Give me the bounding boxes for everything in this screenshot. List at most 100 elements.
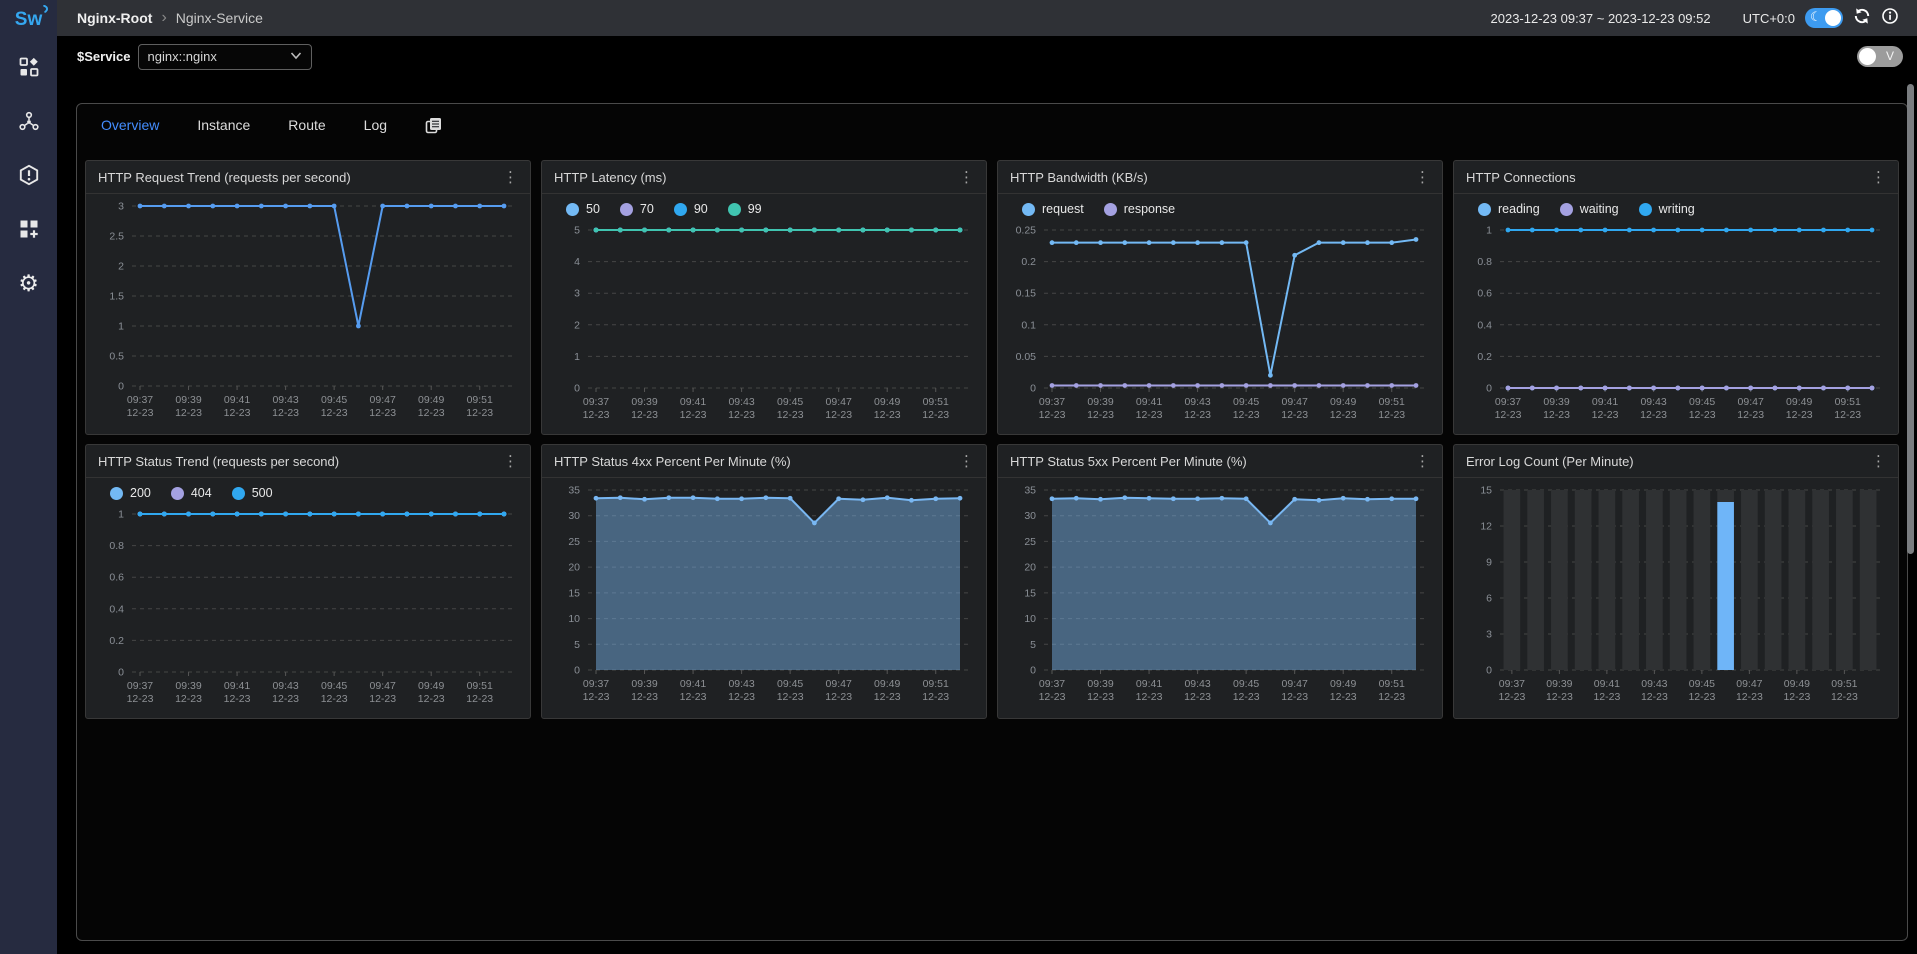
legend-item-waiting[interactable]: waiting (1560, 202, 1619, 216)
svg-text:12-23: 12-23 (1543, 409, 1570, 421)
panel-title: HTTP Status 4xx Percent Per Minute (%) (554, 454, 791, 469)
service-select[interactable]: nginx::nginx (138, 44, 312, 70)
legend-item-70[interactable]: 70 (620, 202, 654, 216)
svg-text:12-23: 12-23 (631, 409, 658, 421)
legend-item-90[interactable]: 90 (674, 202, 708, 216)
svg-text:12-23: 12-23 (1184, 691, 1211, 703)
kebab-menu-icon[interactable]: ⋮ (959, 454, 974, 469)
svg-text:12-23: 12-23 (874, 691, 901, 703)
kebab-menu-icon[interactable]: ⋮ (1871, 170, 1886, 185)
info-button[interactable] (1881, 7, 1899, 30)
chart-canvas: 01234509:3712-2309:3912-2309:4112-2309:4… (542, 222, 986, 434)
legend-item-404[interactable]: 404 (171, 486, 212, 500)
kebab-menu-icon[interactable]: ⋮ (1871, 454, 1886, 469)
tab-route[interactable]: Route (288, 117, 325, 133)
sidebar-item-alerting[interactable] (0, 148, 57, 202)
topology-icon (18, 110, 40, 132)
legend-dot (1022, 203, 1035, 216)
svg-text:12-23: 12-23 (418, 693, 445, 705)
kebab-menu-icon[interactable]: ⋮ (1415, 170, 1430, 185)
svg-text:12-23: 12-23 (583, 691, 610, 703)
tab-bar: Overview Instance Route Log (77, 104, 1907, 146)
chart-panel: HTTP Bandwidth (KB/s)⋮requestresponse00.… (997, 160, 1443, 435)
svg-text:09:37: 09:37 (583, 678, 609, 690)
svg-text:0: 0 (118, 381, 124, 393)
svg-text:12-23: 12-23 (1737, 409, 1764, 421)
svg-text:12-23: 12-23 (466, 693, 493, 705)
svg-text:12-23: 12-23 (1330, 409, 1357, 421)
svg-text:0.1: 0.1 (1021, 319, 1036, 331)
breadcrumb-current: Nginx-Service (176, 10, 263, 26)
sidebar-item-dashboards[interactable] (0, 40, 57, 94)
svg-text:0.2: 0.2 (109, 635, 124, 647)
variable-bar: $Service nginx::nginx V (57, 36, 1917, 77)
svg-text:10: 10 (1024, 613, 1036, 625)
legend-label: waiting (1580, 202, 1619, 216)
edit-mode-toggle-label: V (1886, 49, 1894, 63)
legend-item-99[interactable]: 99 (728, 202, 762, 216)
legend-item-response[interactable]: response (1104, 202, 1175, 216)
svg-text:12-23: 12-23 (1498, 691, 1525, 703)
kebab-menu-icon[interactable]: ⋮ (1415, 454, 1430, 469)
legend-item-reading[interactable]: reading (1478, 202, 1540, 216)
legend-item-request[interactable]: request (1022, 202, 1084, 216)
svg-text:12-23: 12-23 (1087, 409, 1114, 421)
kebab-menu-icon[interactable]: ⋮ (959, 170, 974, 185)
tab-log[interactable]: Log (364, 117, 387, 133)
chevron-down-icon (290, 49, 302, 64)
svg-text:0.8: 0.8 (1477, 256, 1492, 268)
svg-text:09:39: 09:39 (1087, 678, 1113, 690)
legend-label: 404 (191, 486, 212, 500)
svg-text:0.2: 0.2 (1477, 351, 1492, 363)
scrollbar-thumb[interactable] (1907, 84, 1914, 554)
svg-text:09:37: 09:37 (127, 394, 153, 406)
svg-text:12-23: 12-23 (680, 409, 707, 421)
svg-text:12-23: 12-23 (272, 407, 299, 419)
breadcrumb-root[interactable]: Nginx-Root (77, 10, 152, 26)
svg-text:3: 3 (574, 288, 580, 300)
svg-text:09:45: 09:45 (1233, 396, 1259, 408)
svg-text:12-23: 12-23 (777, 691, 804, 703)
svg-text:12-23: 12-23 (1087, 691, 1114, 703)
time-range-picker[interactable]: 2023-12-23 09:37 ~ 2023-12-23 09:52 (1491, 11, 1711, 26)
svg-text:09:51: 09:51 (923, 396, 949, 408)
svg-text:12-23: 12-23 (874, 409, 901, 421)
legend-label: 99 (748, 202, 762, 216)
tab-instance[interactable]: Instance (197, 117, 250, 133)
svg-text:0: 0 (574, 665, 580, 677)
svg-text:09:39: 09:39 (175, 394, 201, 406)
legend-item-50[interactable]: 50 (566, 202, 600, 216)
legend-dot (110, 487, 123, 500)
svg-text:6: 6 (1486, 593, 1492, 605)
edit-mode-toggle[interactable]: V (1857, 46, 1903, 67)
svg-text:09:49: 09:49 (874, 396, 900, 408)
svg-text:30: 30 (1024, 510, 1036, 522)
svg-text:12-23: 12-23 (728, 409, 755, 421)
tab-overview[interactable]: Overview (101, 117, 159, 133)
svg-text:20: 20 (1024, 562, 1036, 574)
info-icon (1881, 7, 1899, 30)
documents-icon[interactable] (425, 117, 442, 134)
sidebar-item-topology[interactable] (0, 94, 57, 148)
svg-text:12-23: 12-23 (1378, 409, 1405, 421)
legend-item-200[interactable]: 200 (110, 486, 151, 500)
legend-dot (232, 487, 245, 500)
sidebar-item-marketplace[interactable] (0, 202, 57, 256)
theme-toggle[interactable]: ☾ (1805, 8, 1843, 28)
kebab-menu-icon[interactable]: ⋮ (503, 170, 518, 185)
dashboard-container: OverviewInstanceRouteLog HTTP Request Tr… (76, 103, 1908, 941)
kebab-menu-icon[interactable]: ⋮ (503, 454, 518, 469)
svg-text:09:47: 09:47 (826, 396, 852, 408)
sidebar-item-settings[interactable]: ⚙ (0, 256, 57, 310)
legend-label: writing (1659, 202, 1695, 216)
refresh-button[interactable] (1853, 7, 1871, 30)
svg-text:4: 4 (574, 256, 580, 268)
svg-text:12-23: 12-23 (418, 407, 445, 419)
svg-text:12-23: 12-23 (127, 693, 154, 705)
svg-text:12-23: 12-23 (224, 407, 251, 419)
svg-text:12-23: 12-23 (321, 407, 348, 419)
svg-text:12-23: 12-23 (1136, 409, 1163, 421)
svg-text:12-23: 12-23 (1039, 691, 1066, 703)
legend-item-500[interactable]: 500 (232, 486, 273, 500)
legend-item-writing[interactable]: writing (1639, 202, 1695, 216)
